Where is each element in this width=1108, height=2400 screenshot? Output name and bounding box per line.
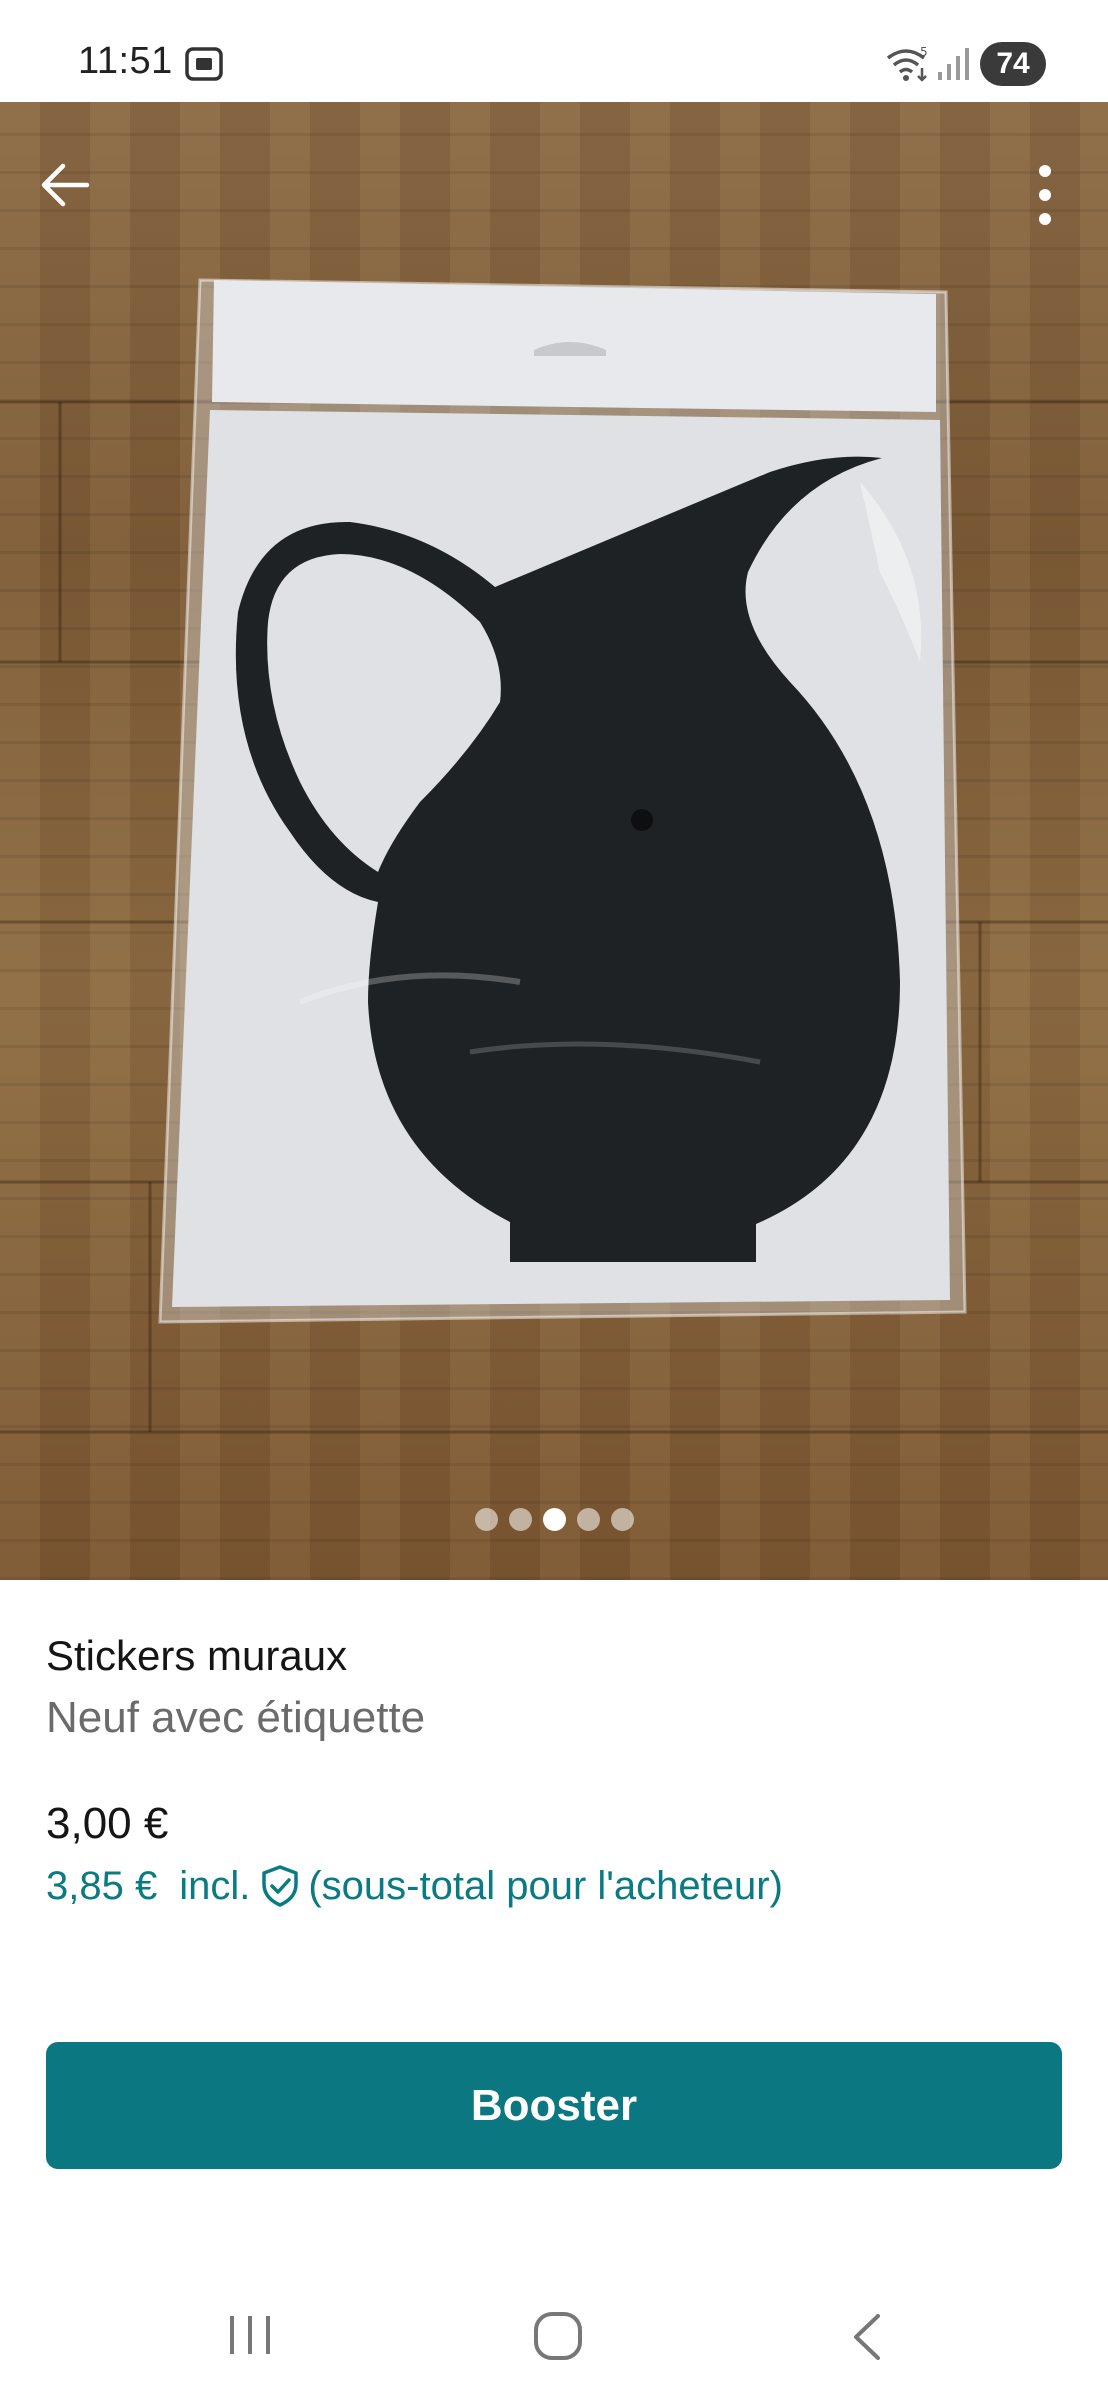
buyer-incl-label: incl. <box>179 1864 251 1908</box>
carousel-dot[interactable] <box>576 1508 600 1531</box>
battery-badge: 74 <box>980 42 1046 86</box>
carousel-dot[interactable] <box>508 1508 532 1531</box>
listing-info: Stickers muraux Neuf avec étiquette 3,00… <box>46 1628 1062 1914</box>
status-bar: 11:51 5 74 <box>0 0 1108 102</box>
buyer-price: 3,85 € <box>46 1864 158 1908</box>
more-vertical-icon <box>1039 165 1051 225</box>
carousel-dot[interactable] <box>610 1508 634 1531</box>
signal-icon <box>936 46 972 87</box>
home-icon[interactable] <box>532 2310 586 2369</box>
status-time: 11:51 <box>78 40 173 82</box>
product-image-carousel[interactable] <box>0 102 1108 1580</box>
listing-title: Stickers muraux <box>46 1632 348 1679</box>
back-icon[interactable] <box>846 2310 890 2369</box>
carousel-dot[interactable] <box>474 1508 498 1531</box>
buyer-note: (sous-total pour l'acheteur) <box>308 1864 783 1908</box>
carousel-dot-active[interactable] <box>542 1508 566 1531</box>
back-button[interactable] <box>30 150 100 220</box>
carousel-indicator <box>0 1508 1108 1538</box>
svg-text:5: 5 <box>920 45 928 59</box>
recents-icon[interactable] <box>222 2310 278 2365</box>
wifi-icon: 5 <box>884 44 932 89</box>
listing-condition: Neuf avec étiquette <box>46 1693 426 1742</box>
booster-button[interactable]: Booster <box>46 2042 1062 2169</box>
buyer-price-line[interactable]: 3,85 € incl. (sous-total pour l'acheteur… <box>46 1858 1062 1914</box>
system-nav-bar <box>0 2270 1108 2400</box>
more-options-button[interactable] <box>1010 150 1080 240</box>
shield-check-icon <box>260 1864 300 1908</box>
listing-price: 3,00 € <box>46 1799 169 1848</box>
screenshot-icon <box>184 46 224 87</box>
back-arrow-icon <box>41 163 90 207</box>
product-photo <box>0 278 1108 1434</box>
